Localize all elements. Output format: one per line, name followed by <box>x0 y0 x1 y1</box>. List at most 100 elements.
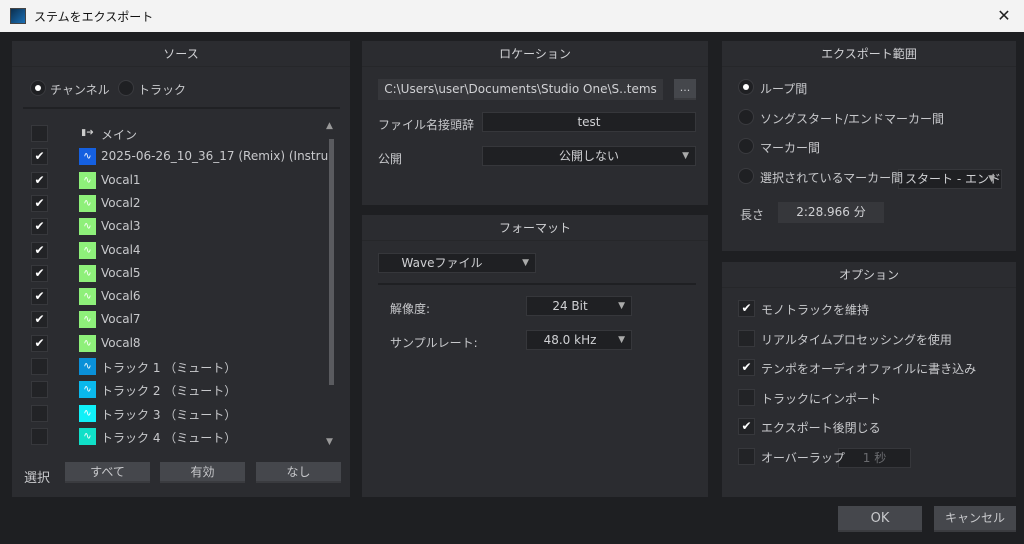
source-item[interactable]: ✔ ∿ Vocal5 <box>30 263 330 285</box>
source-item-checkbox[interactable] <box>31 125 48 142</box>
source-item[interactable]: ∿ トラック 3 （ミュート） <box>30 403 330 425</box>
resolution-value: 24 Bit <box>552 299 588 313</box>
source-item-checkbox[interactable]: ✔ <box>31 148 48 166</box>
source-item-checkbox[interactable]: ✔ <box>31 171 48 189</box>
samplerate-value: 48.0 kHz <box>543 333 597 347</box>
overlap-input[interactable]: 1 秒 <box>838 448 911 468</box>
option-checkbox[interactable]: ✔ <box>738 418 755 435</box>
path-display: C:\Users\user\Documents\Studio One\S..te… <box>378 79 663 100</box>
source-item[interactable]: ▮➜ メイン <box>30 123 330 145</box>
source-item[interactable]: ✔ ∿ Vocal2 <box>30 193 330 215</box>
ok-button[interactable]: OK <box>838 506 922 532</box>
source-item-checkbox[interactable] <box>31 427 48 445</box>
option-checkbox[interactable]: ✔ <box>738 300 755 317</box>
range-radio[interactable] <box>738 167 754 184</box>
audio-wave-icon: ∿ <box>79 427 96 445</box>
option-checkbox[interactable] <box>738 447 755 465</box>
source-item-label: Vocal8 <box>101 335 141 350</box>
source-item[interactable]: ✔ ∿ Vocal1 <box>30 170 330 192</box>
option-checkbox[interactable] <box>738 388 755 406</box>
prefix-input[interactable]: test <box>482 112 696 132</box>
source-item-label: トラック 2 （ミュート） <box>101 384 237 399</box>
option-checkbox[interactable] <box>738 329 755 347</box>
chevron-down-icon: ▼ <box>618 301 625 311</box>
audio-wave-icon: ∿ <box>79 241 96 259</box>
source-item-checkbox[interactable]: ✔ <box>31 334 48 352</box>
location-panel: ロケーション C:\Users\user\Documents\Studio On… <box>362 41 708 205</box>
app-icon <box>10 8 26 24</box>
range-radio-label: 選択されているマーカー間 <box>760 170 904 185</box>
source-item[interactable]: ✔ ∿ 2025-06-26_10_36_17 (Remix) (Instrumer <box>30 146 330 168</box>
cancel-button[interactable]: キャンセル <box>934 506 1016 532</box>
source-item-checkbox[interactable]: ✔ <box>31 288 48 306</box>
source-item-label: Vocal2 <box>101 195 141 210</box>
format-type-select[interactable]: Waveファイル ▼ <box>378 253 536 273</box>
range-radio[interactable] <box>738 108 754 125</box>
source-panel: ソース チャンネル トラック ▮➜ メイン ✔ ∿ 2025-06-26_10_36_1… <box>12 41 350 497</box>
option-checkbox[interactable]: ✔ <box>738 359 755 376</box>
source-item[interactable]: ∿ トラック 4 （ミュート） <box>30 426 330 448</box>
divider <box>23 107 340 109</box>
audio-wave-icon: ∿ <box>79 404 96 422</box>
radio-channel[interactable] <box>30 80 46 96</box>
option-label: リアルタイムプロセッシングを使用 <box>761 332 952 347</box>
scrollbar-thumb[interactable] <box>329 139 334 385</box>
chevron-down-icon: ▼ <box>988 174 995 184</box>
source-item-checkbox[interactable] <box>31 404 48 422</box>
source-item[interactable]: ✔ ∿ Vocal6 <box>30 286 330 308</box>
publish-select[interactable]: 公開しない ▼ <box>482 146 696 166</box>
source-item-checkbox[interactable]: ✔ <box>31 264 48 282</box>
option-label: トラックにインポート <box>761 391 882 406</box>
range-radio[interactable] <box>738 138 754 154</box>
window-title: ステムをエクスポート <box>34 9 154 24</box>
range-radio-label: マーカー間 <box>760 141 821 155</box>
prefix-label: ファイル名接頭辞 <box>378 118 475 132</box>
source-item[interactable]: ✔ ∿ Vocal4 <box>30 240 330 262</box>
audio-wave-icon: ∿ <box>79 288 96 306</box>
close-icon[interactable]: ✕ <box>992 4 1016 28</box>
source-item-checkbox[interactable] <box>31 381 48 399</box>
samplerate-select[interactable]: 48.0 kHz ▼ <box>526 330 632 350</box>
browse-button[interactable]: ... <box>674 79 696 100</box>
radio-channel-label: チャンネル <box>50 83 110 97</box>
source-item[interactable]: ✔ ∿ Vocal8 <box>30 333 330 355</box>
title-bar: ステムをエクスポート ✕ <box>0 0 1024 32</box>
source-item-checkbox[interactable]: ✔ <box>31 311 48 329</box>
scrollbar-down-icon[interactable]: ▼ <box>326 437 333 447</box>
marker-select-value: スタート - エンド <box>905 172 1001 186</box>
select-none-button[interactable]: なし <box>256 462 341 483</box>
select-active-button[interactable]: 有効 <box>160 462 245 483</box>
source-item[interactable]: ∿ トラック 1 （ミュート） <box>30 356 330 378</box>
source-item[interactable]: ✔ ∿ Vocal7 <box>30 309 330 331</box>
resolution-label: 解像度: <box>390 302 431 316</box>
source-item[interactable]: ✔ ∿ Vocal3 <box>30 216 330 238</box>
audio-wave-icon: ∿ <box>79 218 96 236</box>
audio-wave-icon: ∿ <box>79 381 96 399</box>
marker-select[interactable]: スタート - エンド ▼ <box>898 169 1002 189</box>
option-label: モノトラックを維持 <box>761 303 870 317</box>
source-item-label: Vocal3 <box>101 219 141 234</box>
scrollbar-up-icon[interactable]: ▲ <box>326 121 333 131</box>
option-label: オーバーラップ <box>761 450 845 465</box>
source-item-label: Vocal1 <box>101 172 141 187</box>
range-title: エクスポート範囲 <box>722 41 1016 67</box>
range-radio[interactable] <box>738 79 754 95</box>
source-item[interactable]: ∿ トラック 2 （ミュート） <box>30 379 330 401</box>
source-item-checkbox[interactable]: ✔ <box>31 241 48 259</box>
format-panel: フォーマット Waveファイル ▼ 解像度: 24 Bit ▼ サンプルレート:… <box>362 215 708 497</box>
radio-track[interactable] <box>118 80 134 96</box>
source-item-checkbox[interactable]: ✔ <box>31 194 48 212</box>
location-title: ロケーション <box>362 41 708 67</box>
source-title: ソース <box>12 41 350 67</box>
select-all-button[interactable]: すべて <box>65 462 150 483</box>
range-radio-label: ループ間 <box>760 82 808 96</box>
audio-wave-icon: ∿ <box>79 171 96 189</box>
source-item-checkbox[interactable] <box>31 358 48 375</box>
chevron-down-icon: ▼ <box>618 335 625 345</box>
resolution-select[interactable]: 24 Bit ▼ <box>526 296 632 316</box>
samplerate-label: サンプルレート: <box>390 336 478 350</box>
options-title: オプション <box>722 262 1016 288</box>
source-list: ▮➜ メイン ✔ ∿ 2025-06-26_10_36_17 (Remix) (Inst… <box>30 121 330 451</box>
chevron-down-icon: ▼ <box>682 151 689 161</box>
source-item-checkbox[interactable]: ✔ <box>31 218 48 236</box>
